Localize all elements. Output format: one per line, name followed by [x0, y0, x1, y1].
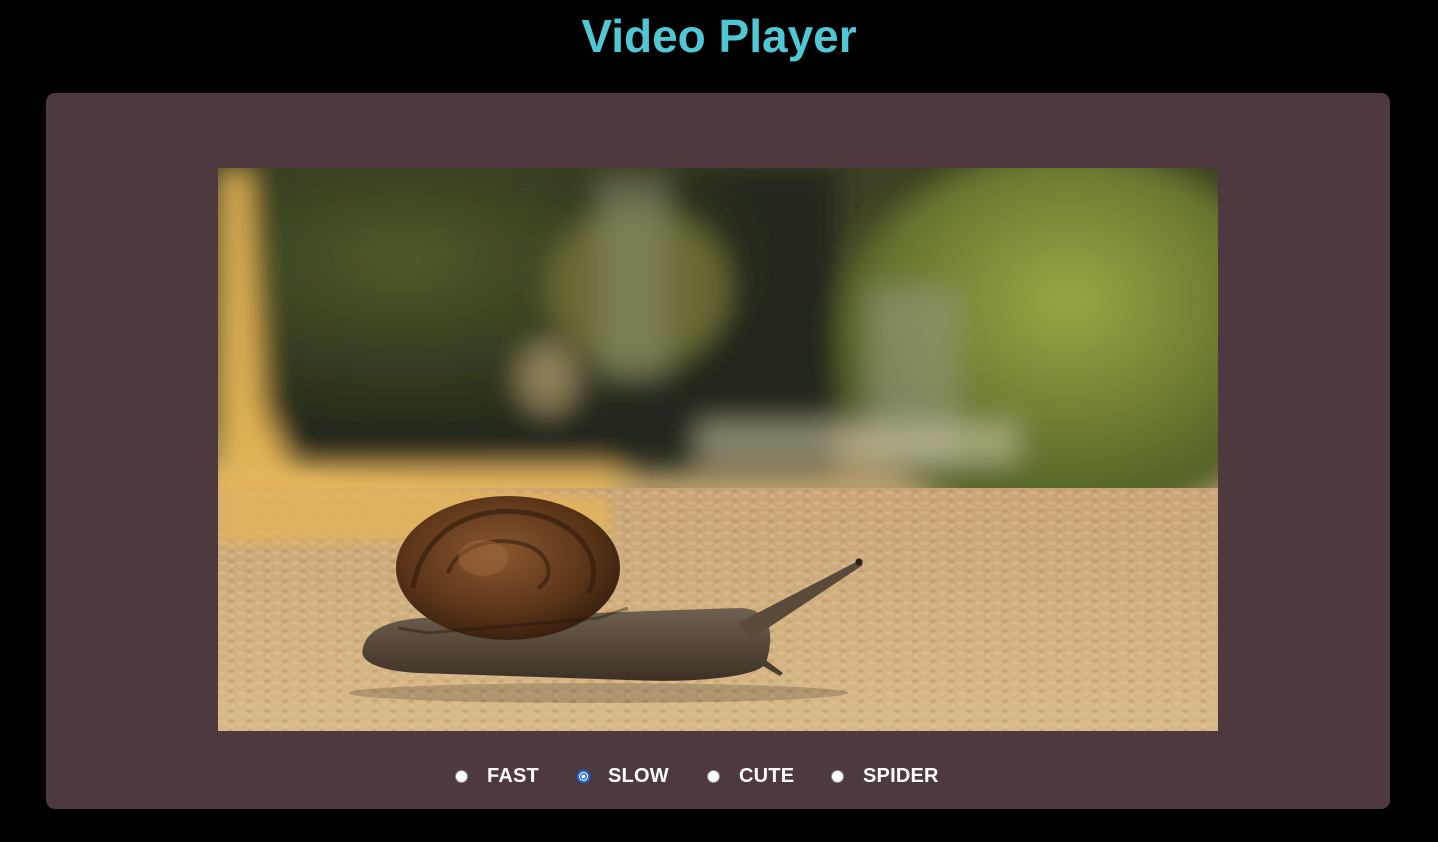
radio-option-spider[interactable]: SPIDER	[831, 761, 939, 791]
radio-option-cute[interactable]: CUTE	[707, 761, 794, 791]
video-frame-image	[218, 168, 1218, 731]
radio-cute-label: CUTE	[739, 764, 795, 787]
speed-radio-group: FAST SLOW CUTE SPIDER	[46, 761, 1390, 791]
radio-option-slow[interactable]: SLOW	[577, 761, 669, 791]
page-title: Video Player	[581, 10, 857, 62]
radio-spider[interactable]	[831, 769, 844, 783]
radio-slow-label: SLOW	[608, 764, 669, 787]
player-panel: FAST SLOW CUTE SPIDER	[46, 93, 1390, 809]
radio-cute[interactable]	[707, 769, 720, 783]
radio-fast[interactable]	[455, 769, 468, 783]
radio-spider-label: SPIDER	[863, 764, 939, 787]
radio-fast-label: FAST	[487, 764, 539, 787]
video-player[interactable]	[218, 168, 1218, 731]
radio-option-fast[interactable]: FAST	[455, 761, 539, 791]
radio-slow[interactable]	[577, 769, 590, 783]
